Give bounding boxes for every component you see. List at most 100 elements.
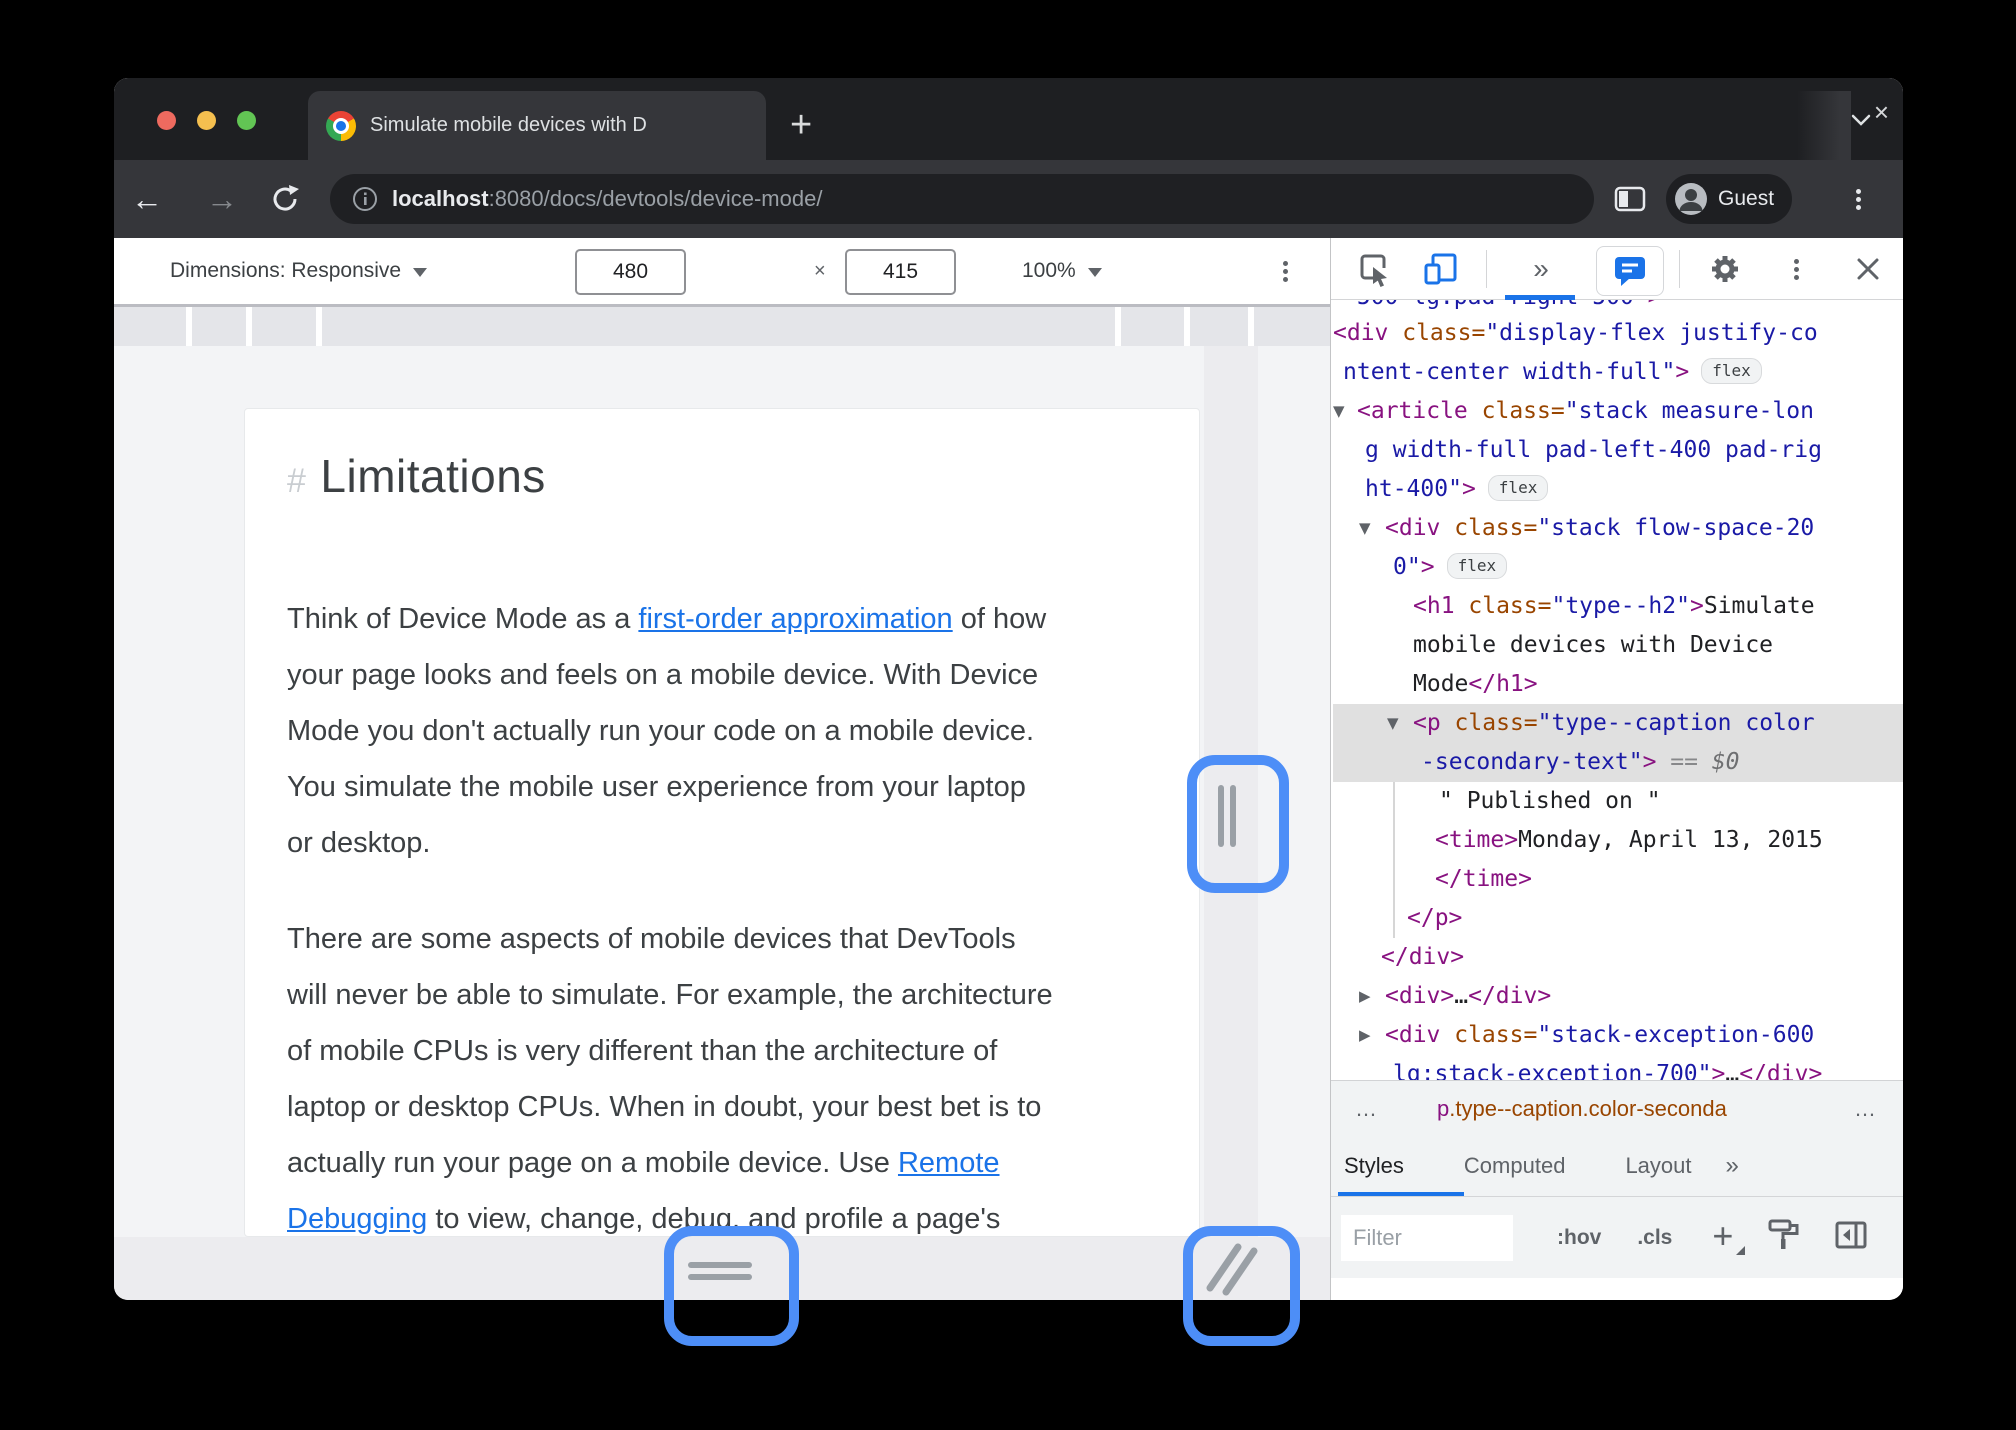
elements-tree-row[interactable]: ▼ <article class="stack measure-lon <box>1333 392 1903 431</box>
expand-arrow-closed-icon[interactable]: ▶ <box>1359 1016 1371 1055</box>
elements-tree-row[interactable]: 0"> flex <box>1333 548 1903 587</box>
paragraph-2: There are some aspects of mobile devices… <box>287 923 1053 1235</box>
devtools-toolbar: » <box>1331 238 1903 300</box>
elements-tree-row[interactable]: Mode</h1> <box>1333 665 1903 704</box>
styles-tab-bar: Styles Computed Layout » <box>1331 1136 1903 1197</box>
elements-tree-row[interactable]: -500 lg:pad-right-500"> <box>1333 300 1903 314</box>
chat-bubble-icon <box>1615 257 1645 286</box>
devtools-menu-icon[interactable] <box>1774 238 1818 300</box>
breadcrumb-overflow-left[interactable]: … <box>1355 1096 1379 1122</box>
breadcrumb-selected-item[interactable]: p.type--caption.color-seconda <box>1437 1096 1727 1122</box>
new-style-rule-button[interactable]: + <box>1712 1215 1746 1257</box>
chevron-down-icon <box>413 267 428 277</box>
expand-arrow-open-icon[interactable]: ▼ <box>1359 509 1371 548</box>
tab-search-chevron-icon[interactable] <box>1848 112 1874 133</box>
rendering-emulation-icon[interactable] <box>1767 1218 1801 1257</box>
device-toolbar-menu-icon[interactable] <box>1282 258 1288 290</box>
feedback-button[interactable] <box>1596 246 1664 296</box>
ruler-segment <box>1254 307 1330 346</box>
emulated-viewport: # Limitations Think of Device Mode as a f… <box>114 346 1330 1237</box>
zoom-select[interactable]: 100% <box>1022 238 1102 304</box>
devtools-panel: » <div class="display-flex justify-co nt… <box>1330 238 1903 1300</box>
browser-window: Simulate mobile devices with D × + ← → l… <box>114 78 1903 1300</box>
expand-arrow-closed-icon[interactable]: ▶ <box>1359 977 1371 1016</box>
site-info-icon[interactable] <box>352 186 378 212</box>
paragraph-1: Think of Device Mode as a first-order ap… <box>287 603 1047 859</box>
profile-chip[interactable]: Guest <box>1666 174 1793 224</box>
ruler-segment <box>114 307 186 346</box>
elements-tree-row[interactable]: <time>Monday, April 13, 2015 <box>1333 821 1903 860</box>
first-order-approximation-link[interactable]: first-order approximation <box>638 603 952 635</box>
elements-tree-row[interactable]: </time> <box>1333 860 1903 899</box>
page-title: # Limitations <box>287 450 546 502</box>
elements-tree-row[interactable]: ntent-center width-full"> flex <box>1333 353 1903 392</box>
mac-minimize-button[interactable] <box>197 111 216 130</box>
device-toolbar-toggle-icon[interactable] <box>1419 238 1463 300</box>
viewport-height-input[interactable] <box>845 249 956 295</box>
back-icon[interactable]: ← <box>125 160 169 238</box>
elements-tree-row[interactable]: <h1 class="type--h2">Simulate <box>1333 587 1903 626</box>
page-content-card: # Limitations Think of Device Mode as a f… <box>244 408 1200 1237</box>
settings-gear-icon[interactable] <box>1703 238 1747 300</box>
new-tab-button[interactable]: + <box>790 96 812 154</box>
corner-resize-handle-icon[interactable] <box>1183 1226 1280 1326</box>
elements-tree-row[interactable]: -secondary-text"> == $0 <box>1333 743 1903 782</box>
annotation-bottom-handle <box>664 1226 799 1346</box>
reload-icon[interactable] <box>263 160 307 238</box>
tab-strip: Simulate mobile devices with D × + <box>114 78 1903 160</box>
url-text: localhost:8080/docs/devtools/device-mode… <box>392 186 823 211</box>
elements-tree-row[interactable]: g width-full pad-left-400 pad-rig <box>1333 431 1903 470</box>
elements-tree-row[interactable]: mobile devices with Device <box>1333 626 1903 665</box>
styles-tab-underline <box>1338 1192 1464 1196</box>
screenshot-root: { "window": { "tab": { "title": "Simulat… <box>0 0 2016 1430</box>
elements-tree: -500 lg:pad-right-500"><div class="displ… <box>1333 300 1903 1080</box>
tab-styles[interactable]: Styles <box>1344 1153 1404 1179</box>
browser-tab[interactable]: Simulate mobile devices with D <box>308 91 766 160</box>
more-style-tabs-icon[interactable]: » <box>1726 1152 1739 1180</box>
inspect-element-icon[interactable] <box>1351 238 1395 300</box>
profile-name: Guest <box>1718 187 1775 210</box>
elements-breadcrumb-bar: … p.type--caption.color-seconda … <box>1331 1080 1903 1136</box>
toggle-class-button[interactable]: .cls <box>1637 1226 1672 1250</box>
elements-tree-row[interactable]: ▼ <p class="type--caption color <box>1333 704 1903 743</box>
viewport-width-input[interactable] <box>575 249 686 295</box>
forward-icon[interactable]: → <box>200 160 244 238</box>
elements-tree-row[interactable]: ▼ <div class="stack flow-space-20 <box>1333 509 1903 548</box>
tab-close-icon[interactable]: × <box>1874 78 1889 147</box>
side-panel-icon[interactable] <box>1608 160 1652 238</box>
expand-arrow-open-icon[interactable]: ▼ <box>1387 704 1399 743</box>
elements-tree-row[interactable]: " Published on " <box>1333 782 1903 821</box>
chevron-down-icon <box>1087 267 1102 277</box>
address-bar[interactable]: localhost:8080/docs/devtools/device-mode… <box>330 174 1594 224</box>
toolbar-divider <box>1679 250 1680 288</box>
elements-tree-row[interactable]: lg:stack-exception-700">…</div> <box>1333 1055 1903 1080</box>
heading-anchor-hash[interactable]: # <box>287 462 306 500</box>
elements-tree-row[interactable]: <div class="display-flex justify-co <box>1333 314 1903 353</box>
elements-tree-row[interactable]: ▶ <div>…</div> <box>1333 977 1903 1016</box>
dimensions-times-label: × <box>814 259 826 282</box>
dimensions-select[interactable]: Dimensions: Responsive <box>170 238 428 304</box>
tab-layout[interactable]: Layout <box>1625 1153 1691 1179</box>
elements-tree-row[interactable]: </p> <box>1333 899 1903 938</box>
styles-filter-bar: :hov .cls + <box>1331 1197 1903 1278</box>
flex-badge[interactable]: flex <box>1446 553 1508 579</box>
more-panel-tabs-button[interactable]: » <box>1519 238 1563 300</box>
ruler-segment <box>1190 307 1248 346</box>
elements-tree-row[interactable]: ht-400"> flex <box>1333 470 1903 509</box>
device-mode-toolbar: Dimensions: Responsive × 100% <box>114 238 1330 304</box>
elements-tree-row[interactable]: ▶ <div class="stack-exception-600 <box>1333 1016 1903 1055</box>
tab-computed[interactable]: Computed <box>1464 1153 1566 1179</box>
flex-badge[interactable]: flex <box>1487 475 1549 501</box>
browser-menu-icon[interactable] <box>1836 160 1880 238</box>
flex-badge[interactable]: flex <box>1701 358 1762 384</box>
mac-zoom-button[interactable] <box>237 111 256 130</box>
mac-close-button[interactable] <box>157 111 176 130</box>
elements-tree-row[interactable]: </div> <box>1333 938 1903 977</box>
close-devtools-icon[interactable] <box>1846 238 1890 300</box>
expand-arrow-open-icon[interactable]: ▼ <box>1333 392 1345 431</box>
breadcrumb-overflow-right[interactable]: … <box>1854 1096 1878 1122</box>
styles-filter-input[interactable] <box>1341 1214 1513 1261</box>
toggle-hover-state-button[interactable]: :hov <box>1557 1226 1601 1250</box>
toggle-sidebar-icon[interactable] <box>1835 1221 1867 1254</box>
device-width-ruler <box>114 304 1330 349</box>
